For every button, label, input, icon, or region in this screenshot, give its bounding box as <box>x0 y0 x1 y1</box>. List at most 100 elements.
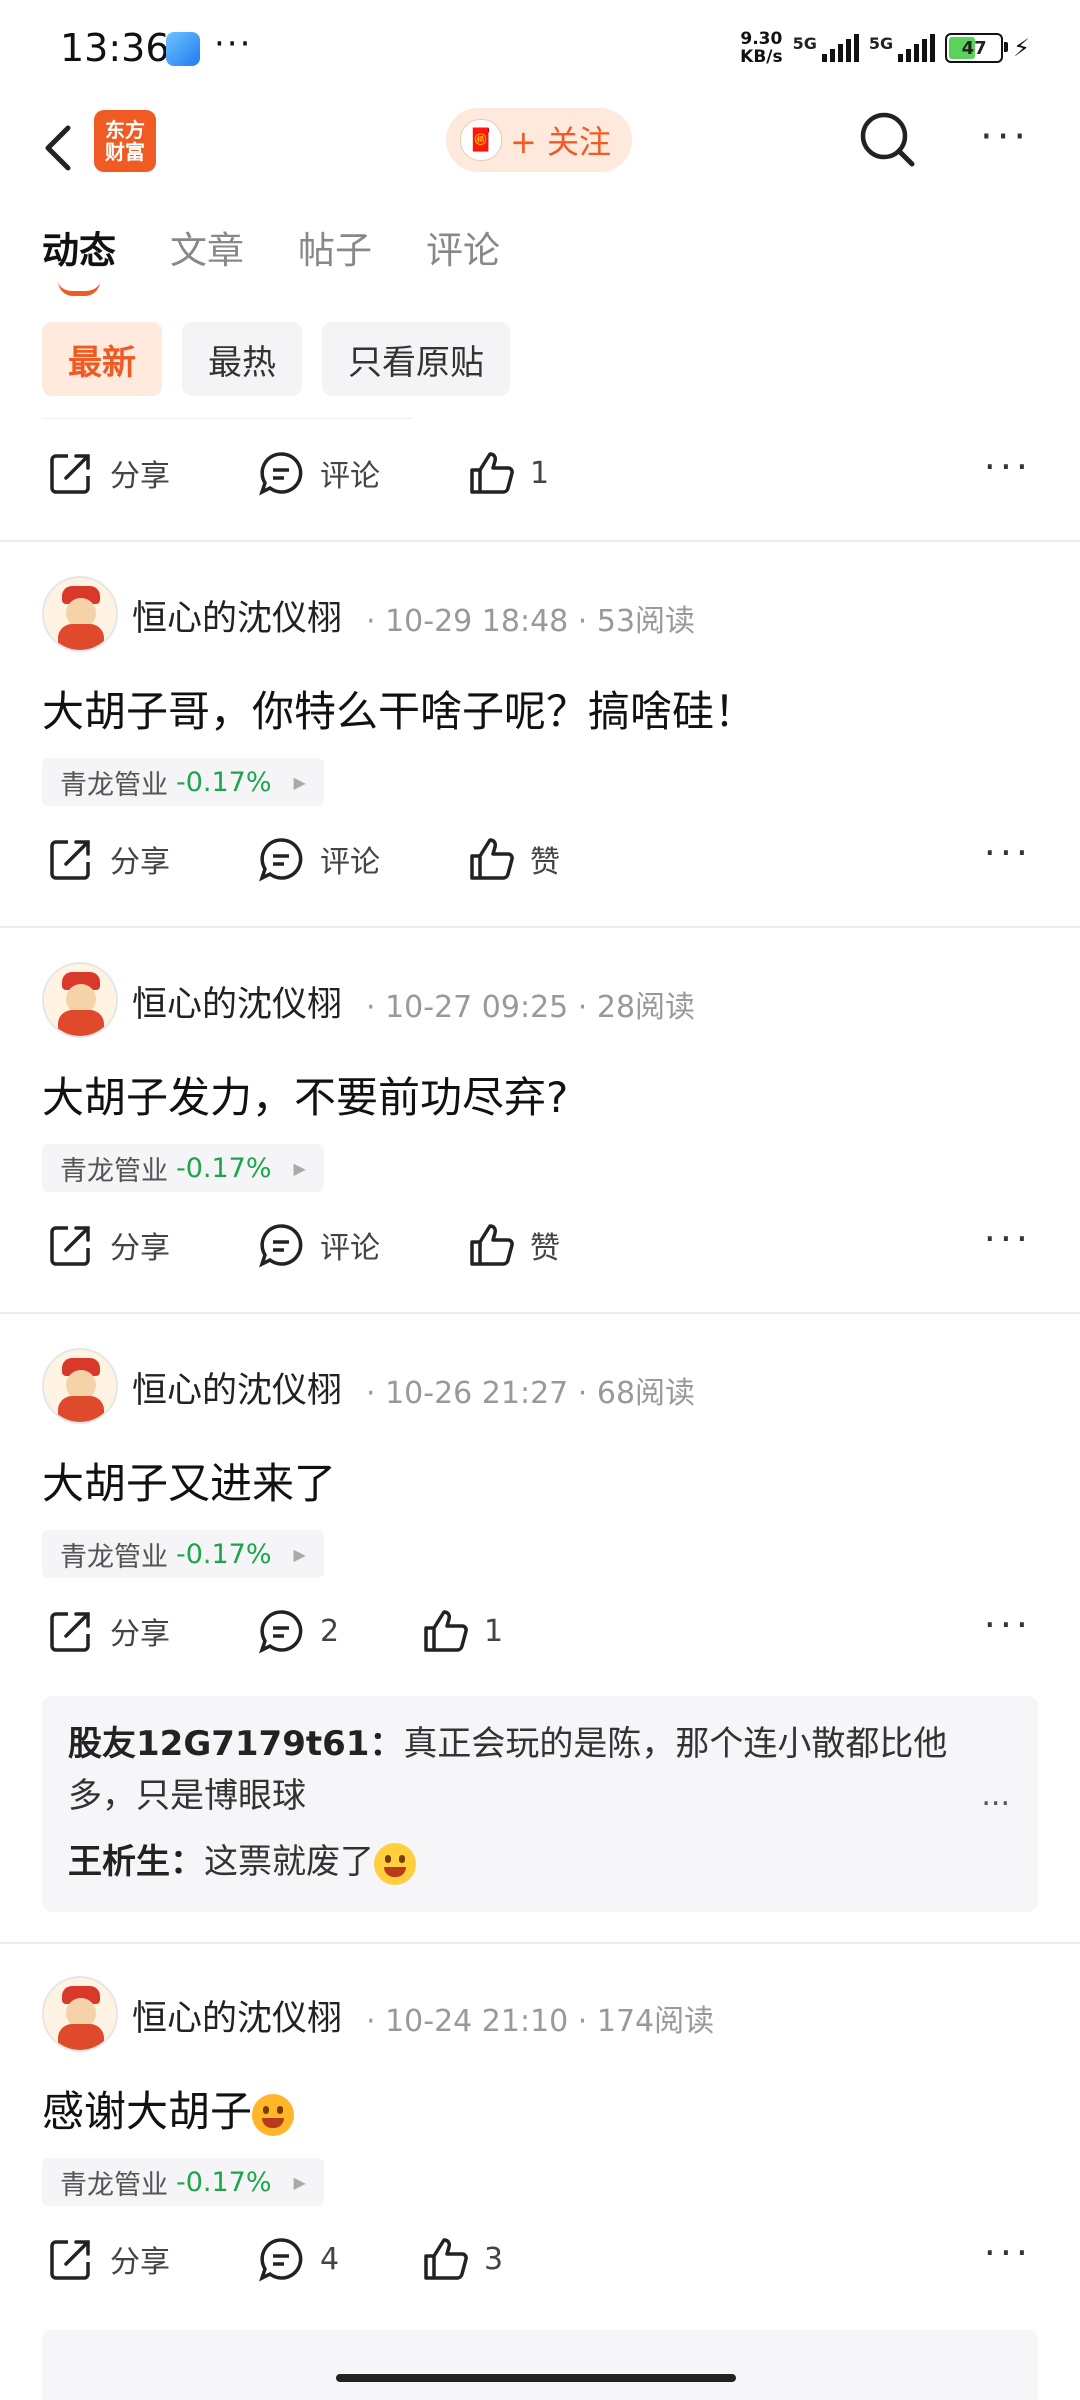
triangle-right-icon: ▶ <box>293 2172 306 2192</box>
like-button[interactable]: 赞 <box>466 1220 560 1270</box>
comment-button[interactable]: 评论 <box>256 834 380 884</box>
post-actions: 分享 4 3 ··· <box>0 2234 1080 2304</box>
share-icon <box>50 840 90 880</box>
signal-icon: 5G <box>793 34 859 62</box>
back-icon[interactable] <box>38 118 78 178</box>
tab-comments[interactable]: 评论 <box>426 220 500 274</box>
divider <box>0 1942 1080 1944</box>
share-button[interactable]: 分享 <box>46 2234 170 2284</box>
search-icon[interactable] <box>858 110 918 170</box>
stock-tag[interactable]: 青龙管业 -0.17% ▶ <box>42 758 324 806</box>
charging-icon: ⚡ <box>1013 34 1030 62</box>
comment-button[interactable]: 4 <box>256 2234 339 2284</box>
avatar[interactable] <box>42 576 118 652</box>
post-more-icon[interactable]: ··· <box>984 834 1032 872</box>
profile-tabs: 动态 文章 帖子 评论 <box>42 220 500 296</box>
triangle-right-icon: ▶ <box>293 772 306 792</box>
battery-icon: 47 <box>945 33 1009 63</box>
divider <box>0 926 1080 928</box>
thumbs-up-icon <box>470 838 514 880</box>
triangle-right-icon: ▶ <box>293 1544 306 1564</box>
share-button[interactable]: 分享 <box>46 1220 170 1270</box>
status-bar: 13:36 ··· 9.30 KB/s 5G 5G 47 ⚡ <box>0 0 1080 100</box>
post-actions: 分享 2 1 ··· <box>0 1606 1080 1676</box>
author-name[interactable]: 恒心的沈仪栩 <box>132 590 342 641</box>
stock-tag[interactable]: 青龙管业 -0.17% ▶ <box>42 2158 324 2206</box>
post-meta: · 10-29 18:48 · 53阅读 <box>366 604 696 639</box>
comment-icon <box>259 452 303 496</box>
network-speed: 9.30 KB/s <box>740 29 783 67</box>
post-content[interactable]: 大胡子发力，不要前功尽弃? <box>42 1064 568 1125</box>
thumbs-up-icon <box>470 452 514 494</box>
home-indicator[interactable] <box>336 2374 736 2382</box>
avatar[interactable] <box>42 962 118 1038</box>
smile-emoji-icon <box>252 2093 295 2136</box>
comment-button[interactable]: 评论 <box>256 1220 380 1270</box>
author-name[interactable]: 恒心的沈仪栩 <box>132 976 342 1027</box>
filter-original-only[interactable]: 只看原贴 <box>322 322 510 396</box>
share-icon <box>50 1612 90 1652</box>
comment-preview-partial[interactable] <box>42 2330 1038 2400</box>
share-icon <box>50 2240 90 2280</box>
filter-hottest[interactable]: 最热 <box>182 322 302 396</box>
comment-item: 股友12G7179t61：真正会玩的是陈，那个连小散都比他多，只是博眼球 <box>68 1724 948 1816</box>
like-button[interactable]: 3 <box>420 2234 503 2284</box>
more-options-icon[interactable]: ··· <box>980 117 1030 157</box>
avatar[interactable] <box>42 1348 118 1424</box>
signal-icon-2: 5G <box>869 34 936 62</box>
like-button[interactable]: 1 <box>420 1606 503 1656</box>
post-actions: 分享 评论 1 ··· <box>0 448 1080 518</box>
like-button[interactable]: 赞 <box>466 834 560 884</box>
like-button[interactable]: 1 <box>466 448 549 498</box>
author-name[interactable]: 恒心的沈仪栩 <box>132 1362 342 1413</box>
more-notifications-icon: ··· <box>214 24 253 64</box>
filter-chips: 最新 最热 只看原贴 <box>42 322 510 396</box>
tab-articles[interactable]: 文章 <box>170 220 244 274</box>
status-right: 9.30 KB/s 5G 5G 47 ⚡ <box>740 30 1030 66</box>
comment-button[interactable]: 2 <box>256 1606 339 1656</box>
top-nav: 东方 财富 🧧 + 关注 ··· <box>0 100 1080 210</box>
comment-item: 王析生：这票就废了 <box>68 1836 1012 1888</box>
comment-preview[interactable]: 股友12G7179t61：真正会玩的是陈，那个连小散都比他多，只是博眼球 ...… <box>42 1696 1038 1912</box>
share-icon <box>50 1226 90 1266</box>
tab-posts[interactable]: 帖子 <box>298 220 372 274</box>
post-more-icon[interactable]: ··· <box>984 1606 1032 1644</box>
post-content[interactable]: 大胡子哥，你特么干啥子呢？搞啥硅！ <box>42 678 756 739</box>
post-meta: · 10-26 21:27 · 68阅读 <box>366 1376 696 1411</box>
comment-button[interactable]: 评论 <box>256 448 380 498</box>
share-button[interactable]: 分享 <box>46 1606 170 1656</box>
comment-icon <box>259 838 303 882</box>
app-logo: 东方 财富 <box>94 110 156 172</box>
stock-tag[interactable]: 青龙管业 -0.17% ▶ <box>42 1144 324 1192</box>
divider <box>0 1312 1080 1314</box>
share-button[interactable]: 分享 <box>46 834 170 884</box>
post-actions: 分享 评论 赞 ··· <box>0 834 1080 904</box>
follow-button[interactable]: 🧧 + 关注 <box>446 108 632 172</box>
user-avatar-mini: 🧧 <box>460 119 502 161</box>
post-more-icon[interactable]: ··· <box>984 2234 1032 2272</box>
divider <box>42 418 412 419</box>
share-icon <box>50 454 90 494</box>
app-notification-icon <box>166 32 200 66</box>
post-content[interactable]: 感谢大胡子 <box>42 2078 295 2139</box>
comment-icon <box>259 1224 303 1268</box>
status-time: 13:36 <box>60 26 170 70</box>
thumbs-up-icon <box>424 1610 468 1652</box>
share-button[interactable]: 分享 <box>46 448 170 498</box>
comment-icon <box>259 2238 303 2282</box>
tab-dynamics[interactable]: 动态 <box>42 220 116 296</box>
comment-icon <box>259 1610 303 1654</box>
post-actions: 分享 评论 赞 ··· <box>0 1220 1080 1290</box>
post-more-icon[interactable]: ··· <box>984 448 1032 486</box>
post-meta: · 10-27 09:25 · 28阅读 <box>366 990 696 1025</box>
grin-emoji-icon <box>374 1842 416 1885</box>
stock-tag[interactable]: 青龙管业 -0.17% ▶ <box>42 1530 324 1578</box>
more-comments-icon[interactable]: ... <box>981 1778 1010 1813</box>
divider <box>0 540 1080 542</box>
triangle-right-icon: ▶ <box>293 1158 306 1178</box>
post-content[interactable]: 大胡子又进来了 <box>42 1450 336 1511</box>
avatar[interactable] <box>42 1976 118 2052</box>
filter-latest[interactable]: 最新 <box>42 322 162 396</box>
author-name[interactable]: 恒心的沈仪栩 <box>132 1990 342 2041</box>
post-more-icon[interactable]: ··· <box>984 1220 1032 1258</box>
